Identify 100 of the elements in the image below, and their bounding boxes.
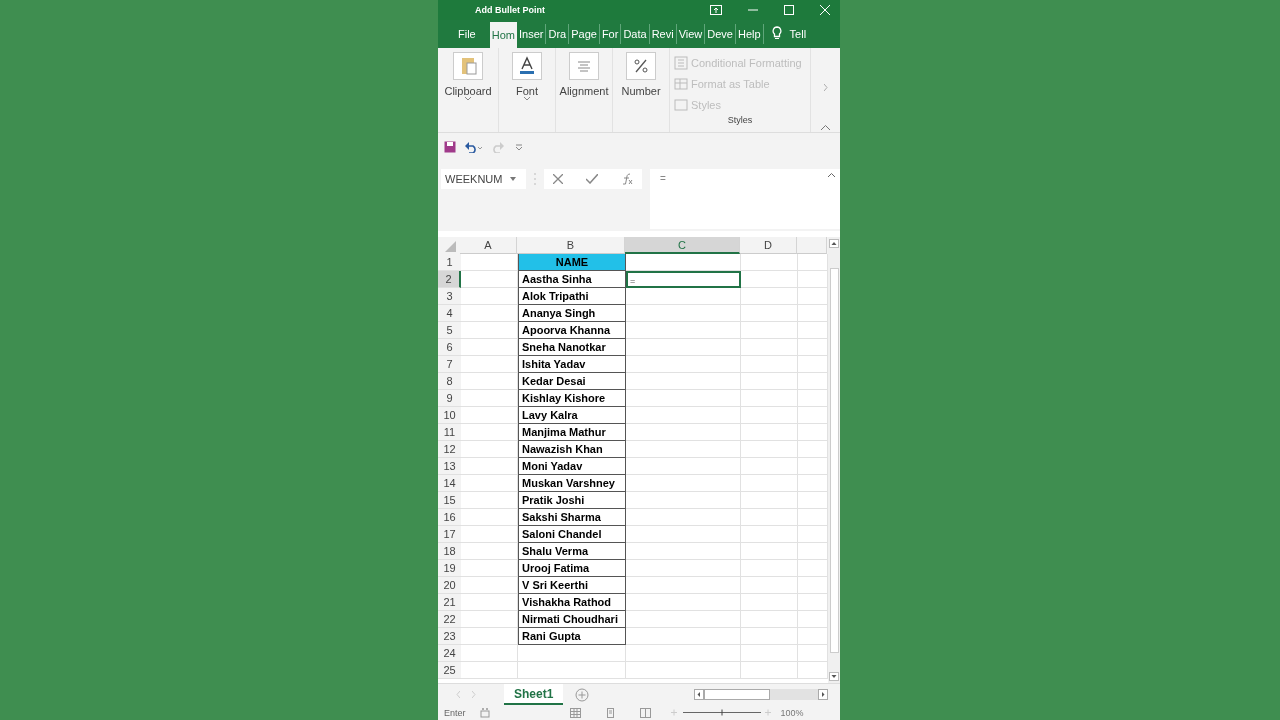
grid-cell[interactable] (461, 373, 518, 390)
grid-cell[interactable] (461, 645, 518, 662)
row-header[interactable]: 2 (438, 271, 461, 288)
ribbon-tab[interactable]: View (676, 24, 706, 44)
grid-cell[interactable] (626, 407, 741, 424)
ribbon-tab[interactable]: Revi (649, 24, 677, 44)
grid-cell[interactable] (741, 441, 798, 458)
tell-me-search[interactable]: Tell (789, 28, 807, 40)
grid-cell[interactable] (461, 441, 518, 458)
grid-cell[interactable] (741, 390, 798, 407)
ribbon-tab[interactable]: Page (569, 24, 600, 44)
grid-cell[interactable] (461, 339, 518, 356)
ribbon-group-label[interactable]: Clipboard (444, 85, 492, 97)
row-header[interactable]: 3 (438, 288, 461, 305)
grid-cell[interactable] (741, 662, 798, 679)
grid-cell[interactable] (741, 339, 798, 356)
grid-cell[interactable] (461, 322, 518, 339)
row-header[interactable]: 23 (438, 628, 461, 645)
row-header[interactable]: 8 (438, 373, 461, 390)
grid-cell[interactable] (626, 577, 741, 594)
row-header[interactable]: 19 (438, 560, 461, 577)
ribbon-group-button[interactable] (626, 52, 656, 80)
grid-cell[interactable] (461, 424, 518, 441)
grid-cell[interactable] (461, 271, 518, 288)
row-header[interactable]: 12 (438, 441, 461, 458)
add-sheet-icon[interactable] (575, 687, 590, 702)
row-header[interactable]: 20 (438, 577, 461, 594)
row-header[interactable]: 7 (438, 356, 461, 373)
insert-function-icon[interactable] (621, 173, 633, 185)
grid-cell[interactable] (741, 594, 798, 611)
grid-cell[interactable] (741, 526, 798, 543)
grid-cell[interactable] (626, 475, 741, 492)
collapse-ribbon-icon[interactable] (821, 125, 830, 130)
grid-cell[interactable] (461, 390, 518, 407)
grid-cell[interactable] (461, 288, 518, 305)
row-header[interactable]: 5 (438, 322, 461, 339)
row-header[interactable]: 16 (438, 509, 461, 526)
ribbon-tab[interactable]: For (599, 24, 622, 44)
grid-cell[interactable] (461, 356, 518, 373)
grid-cell[interactable] (626, 594, 741, 611)
grid-cell[interactable] (461, 662, 518, 679)
grid-cell[interactable] (741, 322, 798, 339)
scroll-up-icon[interactable] (829, 239, 839, 248)
ribbon-group-label[interactable]: Font (516, 85, 538, 97)
formula-field[interactable]: = (650, 169, 840, 229)
customize-toolbar-icon[interactable] (516, 144, 522, 150)
row-header[interactable]: 25 (438, 662, 461, 679)
row-header[interactable]: 4 (438, 305, 461, 322)
grid-cell[interactable] (741, 560, 798, 577)
ribbon-group-label[interactable]: Alignment (559, 85, 609, 97)
ribbon-tab[interactable]: Inser (516, 24, 547, 44)
row-header[interactable]: 17 (438, 526, 461, 543)
row-header[interactable]: 15 (438, 492, 461, 509)
grid-cell[interactable] (518, 645, 626, 662)
ribbon-group-label[interactable]: Number (621, 85, 661, 97)
grid-cell[interactable] (461, 509, 518, 526)
grid-cell[interactable] (626, 628, 741, 645)
grid-cell[interactable] (626, 441, 741, 458)
grid-cell[interactable] (626, 560, 741, 577)
grid-cell[interactable] (626, 288, 741, 305)
ribbon-tab[interactable]: Dra (546, 24, 570, 44)
save-icon[interactable] (444, 141, 456, 153)
grid-cell[interactable] (626, 339, 741, 356)
undo-icon[interactable] (464, 141, 482, 153)
grid-cell[interactable] (626, 254, 741, 271)
row-header[interactable]: 18 (438, 543, 461, 560)
accessibility-icon[interactable] (479, 707, 490, 718)
grid-cell[interactable] (741, 577, 798, 594)
grid-cell[interactable] (741, 271, 798, 288)
scroll-down-icon[interactable] (829, 672, 839, 681)
ribbon-display-icon[interactable] (710, 5, 722, 15)
ribbon-tab[interactable]: Deve (705, 24, 736, 44)
grid-cell[interactable] (626, 390, 741, 407)
grid-cell[interactable] (626, 509, 741, 526)
grid-cell[interactable] (626, 543, 741, 560)
row-header[interactable]: 6 (438, 339, 461, 356)
grid-cell[interactable] (741, 458, 798, 475)
grid-cell[interactable] (626, 662, 741, 679)
column-header[interactable]: C (625, 237, 740, 254)
grid-cell[interactable] (461, 305, 518, 322)
ribbon-group-button[interactable] (512, 52, 542, 80)
grid-cell[interactable] (741, 492, 798, 509)
grid-cell[interactable] (461, 628, 518, 645)
grid-cell[interactable] (626, 526, 741, 543)
row-header[interactable]: 10 (438, 407, 461, 424)
grid-cell[interactable] (741, 509, 798, 526)
row-header[interactable]: 24 (438, 645, 461, 662)
grid-cell[interactable] (626, 492, 741, 509)
scrollbar-thumb[interactable] (704, 689, 770, 700)
grid-cell[interactable] (741, 475, 798, 492)
grid-cell[interactable] (741, 254, 798, 271)
grid-cell[interactable] (461, 475, 518, 492)
grid-cell[interactable] (461, 594, 518, 611)
grid-cell[interactable] (626, 424, 741, 441)
check-icon[interactable] (586, 174, 598, 184)
grid-cell[interactable] (626, 458, 741, 475)
ribbon-tab[interactable]: Help (736, 24, 764, 44)
grid-cell[interactable] (461, 560, 518, 577)
close-icon[interactable] (820, 5, 830, 15)
grid-cell[interactable] (461, 577, 518, 594)
